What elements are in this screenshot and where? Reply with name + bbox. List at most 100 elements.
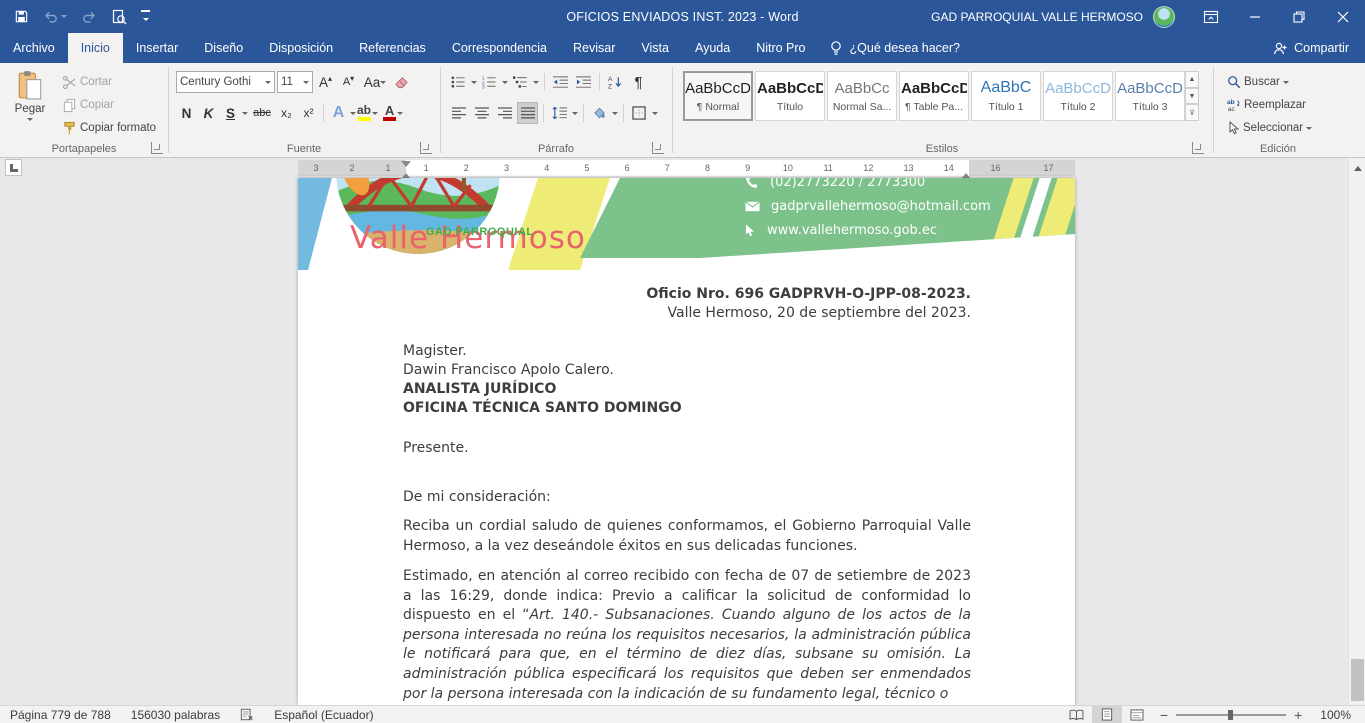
format-painter-button[interactable]: Copiar formato [58, 117, 160, 139]
find-button[interactable]: Buscar [1223, 71, 1293, 93]
read-mode-button[interactable] [1062, 706, 1092, 723]
clear-formatting-button[interactable] [391, 71, 412, 93]
ribbon-tab[interactable]: Revisar [560, 33, 628, 63]
paragraph-1[interactable]: Reciba un cordial saludo de quienes conf… [403, 517, 971, 556]
paragraph-dialog-launcher[interactable] [652, 142, 664, 154]
superscript-button[interactable]: x² [298, 102, 319, 124]
tab-stop-selector[interactable] [5, 159, 22, 176]
borders-button[interactable] [629, 102, 650, 124]
zoom-in-button[interactable]: + [1294, 708, 1302, 722]
ribbon-tab[interactable]: Nitro Pro [743, 33, 818, 63]
zoom-level[interactable]: 100% [1310, 708, 1365, 722]
print-preview-icon[interactable] [111, 9, 127, 25]
ref-number[interactable]: Oficio Nro. 696 GADPRVH-O-JPP-08-2023. [403, 285, 971, 305]
select-button[interactable]: Seleccionar [1223, 117, 1316, 139]
web-layout-button[interactable] [1122, 706, 1152, 723]
change-case-button[interactable]: Aa [361, 71, 389, 93]
style-card[interactable]: AaBbCcD ¶ Normal [683, 71, 753, 121]
letterhead[interactable]: (02)2773220 / 2773300 gadprvallehermoso@… [298, 178, 1075, 270]
account-name[interactable]: GAD PARROQUIAL VALLE HERMOSO [931, 10, 1143, 24]
text-effects-button[interactable]: A [328, 102, 349, 124]
customize-qat-icon[interactable] [141, 10, 150, 24]
document-page[interactable]: (02)2773220 / 2773300 gadprvallehermoso@… [298, 178, 1075, 705]
tell-me-box[interactable]: ¿Qué desea hacer? [819, 33, 971, 63]
recipient-office[interactable]: OFICINA TÉCNICA SANTO DOMINGO [403, 399, 971, 419]
style-card[interactable]: AaBbC Título 1 [971, 71, 1041, 121]
font-size-select[interactable]: 11 [277, 71, 313, 93]
font-color-caret-icon[interactable] [397, 112, 403, 118]
bullets-caret-icon[interactable] [471, 81, 477, 87]
strikethrough-button[interactable]: abc [249, 102, 275, 124]
numbering-caret-icon[interactable] [502, 81, 508, 87]
style-card[interactable]: AaBbCcD Título 3 [1115, 71, 1185, 121]
minimize-button[interactable] [1233, 0, 1277, 33]
styles-more-icon[interactable]: ⊽ [1185, 104, 1199, 121]
word-count[interactable]: 156030 palabras [121, 708, 230, 722]
underline-button[interactable]: S [220, 102, 241, 124]
multilevel-list-button[interactable] [510, 71, 531, 93]
line-spacing-caret-icon[interactable] [572, 112, 578, 118]
ribbon-tab[interactable]: Insertar [123, 33, 191, 63]
redo-icon[interactable] [81, 10, 97, 24]
styles-dialog-launcher[interactable] [1192, 142, 1204, 154]
highlight-caret-icon[interactable] [372, 112, 378, 118]
highlight-button[interactable]: ab [357, 105, 371, 121]
clipboard-dialog-launcher[interactable] [151, 142, 163, 154]
page-indicator[interactable]: Página 779 de 788 [0, 708, 121, 722]
align-right-button[interactable] [494, 102, 515, 124]
language-indicator[interactable]: Español (Ecuador) [264, 708, 383, 722]
show-marks-button[interactable]: ¶ [628, 71, 649, 93]
styles-scroll-down-icon[interactable]: ▼ [1185, 88, 1199, 105]
ribbon-tab[interactable]: Disposición [256, 33, 346, 63]
bold-button[interactable]: N [176, 102, 197, 124]
decrease-indent-button[interactable] [550, 71, 571, 93]
underline-caret-icon[interactable] [242, 112, 248, 118]
print-layout-button[interactable] [1092, 706, 1122, 723]
style-card[interactable]: AaBbCcD Título [755, 71, 825, 121]
recipient-role[interactable]: ANALISTA JURÍDICO [403, 380, 971, 400]
ribbon-tab[interactable]: Correspondencia [439, 33, 560, 63]
recipient-title[interactable]: Magister. [403, 342, 971, 362]
italic-button[interactable]: K [198, 102, 219, 124]
scroll-up-icon[interactable] [1350, 160, 1365, 175]
line-spacing-button[interactable] [549, 102, 570, 124]
sort-button[interactable]: AZ [605, 71, 626, 93]
paragraph-2[interactable]: Estimado, en atención al correo recibido… [403, 567, 971, 704]
recipient-name[interactable]: Dawin Francisco Apolo Calero. [403, 361, 971, 381]
share-button[interactable]: Compartir [1256, 33, 1365, 63]
align-left-button[interactable] [448, 102, 469, 124]
scrollbar-thumb[interactable] [1351, 659, 1364, 701]
font-color-button[interactable]: A [383, 105, 396, 121]
subscript-button[interactable]: x₂ [276, 102, 297, 124]
style-card[interactable]: AaBbCcD ¶ Table Pa... [899, 71, 969, 121]
ribbon-tab[interactable]: Referencias [346, 33, 439, 63]
numbering-button[interactable]: 123 [479, 71, 500, 93]
ribbon-tab[interactable]: Vista [628, 33, 682, 63]
zoom-slider[interactable] [1176, 714, 1286, 716]
ribbon-tab[interactable]: Inicio [68, 33, 123, 63]
salutation[interactable]: Presente. [403, 439, 971, 459]
justify-button[interactable] [517, 102, 538, 124]
paste-button[interactable]: Pegar [8, 70, 52, 124]
grow-font-button[interactable]: A▴ [315, 71, 336, 93]
close-button[interactable] [1321, 0, 1365, 33]
style-card[interactable]: AaBbCc Normal Sa... [827, 71, 897, 121]
account-avatar[interactable] [1153, 6, 1175, 28]
style-card[interactable]: AaBbCcD Título 2 [1043, 71, 1113, 121]
shading-caret-icon[interactable] [612, 112, 618, 118]
vertical-scrollbar[interactable] [1348, 158, 1365, 705]
ribbon-tab[interactable]: Archivo [0, 33, 68, 63]
greeting[interactable]: De mi consideración: [403, 488, 971, 508]
replace-button[interactable]: abac Reemplazar [1223, 94, 1310, 116]
bullets-button[interactable] [448, 71, 469, 93]
ribbon-tab[interactable]: Ayuda [682, 33, 743, 63]
save-icon[interactable] [14, 9, 29, 24]
multilevel-caret-icon[interactable] [533, 81, 539, 87]
horizontal-ruler[interactable]: 321 1234567891011121314 1617 [298, 160, 1075, 176]
text-effects-caret-icon[interactable] [350, 112, 356, 118]
borders-caret-icon[interactable] [652, 112, 658, 118]
proofing-status[interactable] [230, 708, 264, 721]
align-center-button[interactable] [471, 102, 492, 124]
date-line[interactable]: Valle Hermoso, 20 de septiembre del 2023… [403, 304, 971, 324]
increase-indent-button[interactable] [573, 71, 594, 93]
